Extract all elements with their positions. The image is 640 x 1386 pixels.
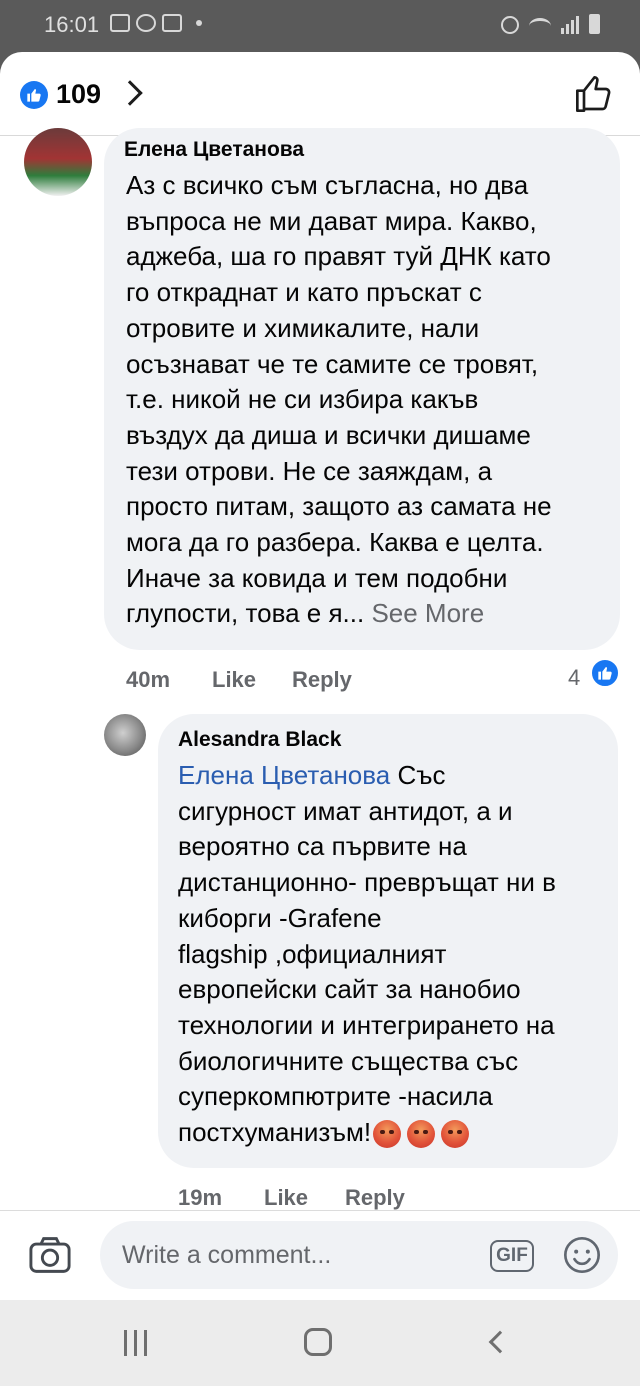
like-reaction-icon[interactable]: [590, 658, 620, 688]
gmail-icon: [162, 14, 182, 32]
reactions-header: 109: [0, 52, 640, 136]
comment-time: 19m: [178, 1185, 223, 1210]
like-badge-icon[interactable]: [20, 81, 48, 109]
see-more-link[interactable]: See More: [364, 598, 484, 628]
chevron-right-icon[interactable]: [117, 80, 143, 106]
wifi-icon: [529, 18, 551, 34]
avatar[interactable]: [24, 128, 92, 196]
comment-body: Със сигурност имат антидот, а и вероятно…: [178, 760, 556, 1148]
viber-icon: [136, 14, 156, 32]
thumbs-up-outline-icon[interactable]: [574, 74, 614, 114]
comment-body: Аз с всичко съм съгласна, но два въпроса…: [126, 170, 552, 629]
comment-composer: Write a comment... GIF: [0, 1210, 640, 1300]
comment-author[interactable]: Елена Цветанова: [124, 138, 304, 162]
like-button[interactable]: Like: [264, 1185, 308, 1211]
avatar[interactable]: [104, 714, 146, 756]
dot-icon: [196, 20, 202, 26]
status-time: 16:01: [44, 12, 100, 37]
recents-icon[interactable]: [124, 1330, 147, 1356]
comment-input[interactable]: Write a comment... GIF: [100, 1221, 618, 1289]
comment-author[interactable]: Alesandra Black: [178, 728, 341, 752]
reaction-count[interactable]: 4: [568, 665, 580, 691]
back-icon[interactable]: [488, 1330, 512, 1354]
angry-face-icon: [373, 1120, 402, 1149]
signal-icon: [561, 16, 579, 34]
status-right-icons: [501, 14, 600, 34]
home-icon[interactable]: [304, 1328, 332, 1356]
emoji-group: [373, 1120, 470, 1149]
camera-icon[interactable]: [28, 1235, 72, 1275]
angry-face-icon: [441, 1120, 470, 1149]
reply-button[interactable]: Reply: [292, 667, 352, 693]
status-left-icons: [110, 14, 202, 32]
comment-time: 40m: [126, 667, 171, 692]
comment-text: Аз с всичко съм съгласна, но два въпроса…: [126, 168, 606, 632]
like-count[interactable]: 109: [56, 79, 101, 110]
mention-link[interactable]: Елена Цветанова: [178, 760, 390, 790]
like-button[interactable]: Like: [212, 667, 256, 693]
comment-text: Елена Цветанова Със сигурност имат антид…: [178, 758, 608, 1151]
gallery-icon: [110, 14, 130, 32]
status-bar: 16:01: [0, 0, 640, 52]
smiley-icon[interactable]: [562, 1235, 602, 1275]
comments-sheet: 109 Елена Цветанова Аз с всичко съм съгл…: [0, 52, 640, 1300]
angry-face-icon: [407, 1120, 436, 1149]
alarm-icon: [501, 16, 519, 34]
battery-icon: [589, 14, 600, 34]
gif-button[interactable]: GIF: [490, 1240, 534, 1272]
comment-input-placeholder: Write a comment...: [122, 1241, 332, 1269]
system-nav-bar: [0, 1300, 640, 1386]
reply-button[interactable]: Reply: [345, 1185, 405, 1211]
